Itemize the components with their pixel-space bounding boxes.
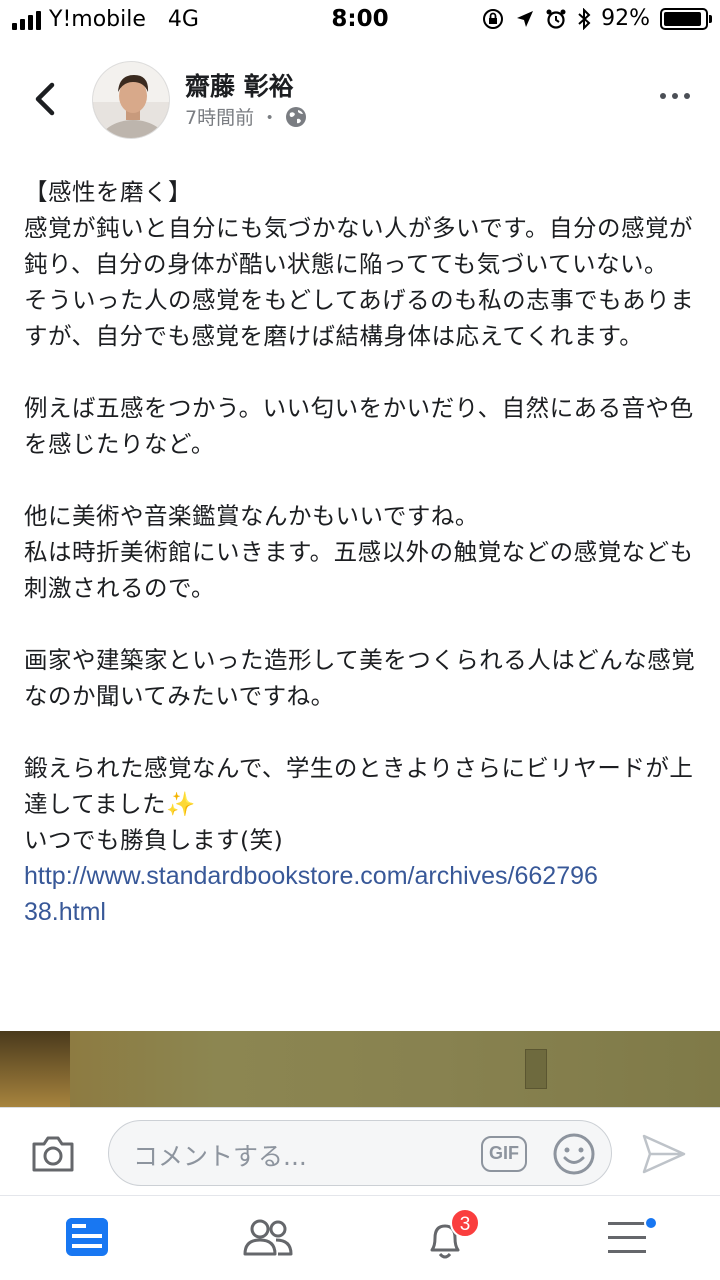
meta-separator: ・ <box>260 107 280 129</box>
post-paragraph: 画家や建築家といった造形して美をつくられる人はどんな感覚なのか聞いてみたいですね… <box>24 646 696 710</box>
camera-button[interactable] <box>30 1132 76 1174</box>
post-header: 齋藤 彰裕 7時間前 ・ <box>0 55 720 150</box>
more-dot-icon <box>660 93 666 99</box>
post-time[interactable]: 7時間前 <box>185 103 254 130</box>
globe-icon <box>286 106 307 127</box>
rotation-lock-icon <box>483 8 504 29</box>
post-paragraph: 例えば五感をつかう。いい匂いをかいだり、自然にある音や色を感じたりなど。 <box>24 394 694 458</box>
camera-icon <box>32 1136 74 1172</box>
comment-placeholder: コメントする... <box>133 1142 307 1171</box>
battery-percent: 92% <box>601 6 650 31</box>
tab-news-feed[interactable] <box>62 1214 122 1264</box>
gif-button[interactable]: GIF <box>481 1136 527 1172</box>
avatar-photo <box>93 62 169 138</box>
author-name[interactable]: 齋藤 彰裕 <box>185 67 294 103</box>
location-icon <box>517 10 534 27</box>
more-dot-icon <box>684 93 690 99</box>
status-right: 92% <box>481 6 712 31</box>
post-body: 【感性を磨く】 感覚が鈍いと自分にも気づかない人が多いです。自分の感覚が鈍り、自… <box>24 174 696 930</box>
battery-fill <box>664 11 701 26</box>
smiley-icon <box>553 1133 595 1175</box>
post-paragraph: 他に美術や音楽鑑賞なんかもいいですね。 私は時折美術館にいきます。五感以外の触覚… <box>24 502 694 602</box>
bottom-nav: 3 <box>0 1195 720 1280</box>
battery-icon <box>660 7 712 30</box>
notification-badge: 3 <box>450 1208 480 1238</box>
post-photo[interactable] <box>0 1031 720 1107</box>
news-feed-icon <box>66 1218 108 1256</box>
post-paragraph: 鍛えられた感覚なんで、学生のときよりさらにビリヤードが上達してました✨ いつでも… <box>24 754 694 854</box>
bluetooth-icon <box>578 7 591 30</box>
tab-menu[interactable] <box>602 1214 662 1264</box>
friends-icon <box>243 1219 293 1256</box>
emoji-button[interactable] <box>551 1131 597 1177</box>
author-avatar[interactable] <box>92 61 170 139</box>
back-button[interactable] <box>26 77 66 121</box>
tab-friends[interactable] <box>240 1214 300 1264</box>
menu-notification-dot <box>644 1216 658 1230</box>
alarm-icon <box>546 9 566 29</box>
status-bar: Y!mobile 4G 8:00 92% <box>0 0 720 40</box>
more-options-button[interactable] <box>660 93 690 99</box>
more-dot-icon <box>672 93 678 99</box>
comment-input[interactable]: コメントする... GIF <box>108 1120 612 1186</box>
send-icon <box>642 1134 686 1174</box>
post-paragraph: 【感性を磨く】 感覚が鈍いと自分にも気づかない人が多いです。自分の感覚が鈍り、自… <box>24 178 695 350</box>
tab-notifications[interactable]: 3 <box>420 1208 480 1264</box>
chevron-left-icon <box>35 82 55 116</box>
comment-bar: コメントする... GIF <box>0 1107 720 1195</box>
send-button[interactable] <box>640 1132 688 1176</box>
post-meta: 7時間前 ・ <box>185 103 307 130</box>
post-link[interactable]: http://www.standardbookstore.com/archive… <box>24 858 604 930</box>
